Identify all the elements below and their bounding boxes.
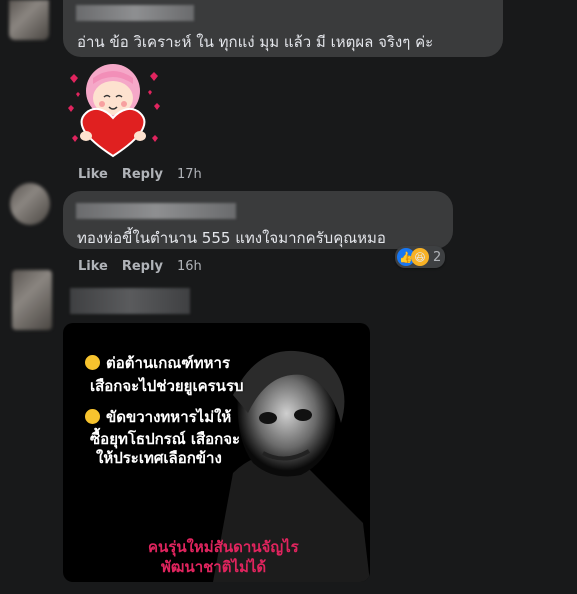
commenter-name[interactable] [76,203,236,219]
meme-caption: พัฒนาชาติไม่ได้ [161,558,267,576]
meme-image[interactable]: ต่อต้านเกณฑ์ทหาร เสือกจะไปช่วยยูเครนรบ ข… [63,323,370,582]
laughing-emoji-icon [85,409,100,424]
laughing-emoji-icon [85,355,100,370]
comment-actions: Like Reply 16h [78,259,216,274]
reaction-summary[interactable]: 👍 😆 2 [395,246,446,268]
meme-text-line: ขัดขวางทหารไม่ให้ [85,405,231,429]
reaction-count: 2 [433,249,442,265]
meme-text-line: ต่อต้านเกณฑ์ทหาร [85,351,230,375]
timestamp[interactable]: 16h [177,259,202,274]
haha-icon: 😆 [411,248,429,266]
meme-text-line: เสือกจะไปช่วยยูเครนรบ [90,377,244,395]
comment-text: อ่าน ข้อ วิเคราะห์ ใน ทุกแง่ มุม แล้ว มี… [77,33,434,51]
reply-button[interactable]: Reply [122,167,163,182]
avatar[interactable] [12,270,52,330]
meme-text-line: ให้ประเทศเลือกข้าง [96,449,222,467]
comment-text: ทองห่อขี้ในตำนาน 555 แทงใจมากครับคุณหมอ [77,229,386,247]
timestamp[interactable]: 17h [177,167,202,182]
avatar[interactable] [9,0,49,40]
commenter-name[interactable] [76,5,194,21]
heart-sticker [68,64,160,158]
reply-button[interactable]: Reply [122,259,163,274]
like-button[interactable]: Like [78,259,108,274]
commenter-name[interactable] [70,288,190,314]
comment-actions: Like Reply 17h [78,167,216,182]
avatar[interactable] [10,183,50,225]
like-button[interactable]: Like [78,167,108,182]
